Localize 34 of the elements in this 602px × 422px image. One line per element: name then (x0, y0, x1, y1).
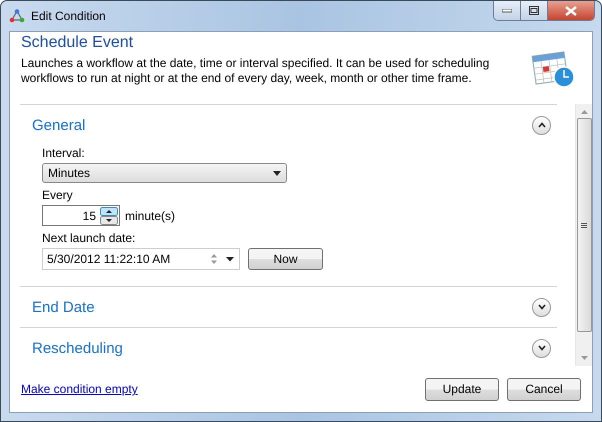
section-header-link[interactable]: Rescheduling (32, 340, 123, 356)
section-header-link[interactable]: General (32, 116, 86, 134)
description-text: Launches a workflow at the date, time or interval specified. It can be used for scheduling workflows to run at night or at the end of every day, week, month or other time frame. (21, 56, 490, 86)
minimize-icon (502, 8, 512, 12)
every-label: Every (42, 188, 74, 203)
expand-button[interactable] (532, 298, 551, 316)
section-header-link[interactable]: End Date (32, 298, 95, 316)
now-button[interactable]: Now (248, 248, 323, 270)
close-button[interactable] (548, 1, 594, 20)
chevron-down-icon (538, 345, 546, 351)
collapse-button[interactable] (532, 116, 551, 134)
interval-label: Interval: (42, 146, 86, 161)
unit-label: minute(s) (125, 208, 176, 222)
spin-buttons-icon[interactable] (100, 206, 118, 224)
window-title: Edit Condition (31, 9, 107, 23)
chevron-down-icon (538, 304, 546, 310)
date-time-picker[interactable]: 5/30/2012 11:22:10 AM (42, 248, 240, 270)
grip-icon (581, 222, 587, 228)
next-launch-label: Next launch date: (42, 231, 136, 246)
maximize-button[interactable] (521, 1, 548, 20)
maximize-icon (529, 6, 539, 15)
up-down-arrows-icon[interactable] (210, 253, 218, 265)
every-spinbox[interactable]: 15 (42, 205, 120, 226)
dialog-button[interactable]: Cancel (507, 378, 581, 400)
dialog-button[interactable]: Update (425, 378, 499, 400)
minimize-button[interactable] (494, 1, 521, 20)
network-icon (9, 8, 25, 24)
close-icon (565, 6, 577, 16)
interval-dropdown[interactable]: Minutes (42, 163, 287, 183)
expand-button[interactable] (532, 338, 551, 358)
dialog-title: Schedule Event (21, 34, 134, 52)
chevron-up-icon (538, 122, 546, 128)
make-empty-link[interactable]: Make condition empty (21, 382, 138, 396)
caret-icon[interactable] (226, 256, 234, 262)
